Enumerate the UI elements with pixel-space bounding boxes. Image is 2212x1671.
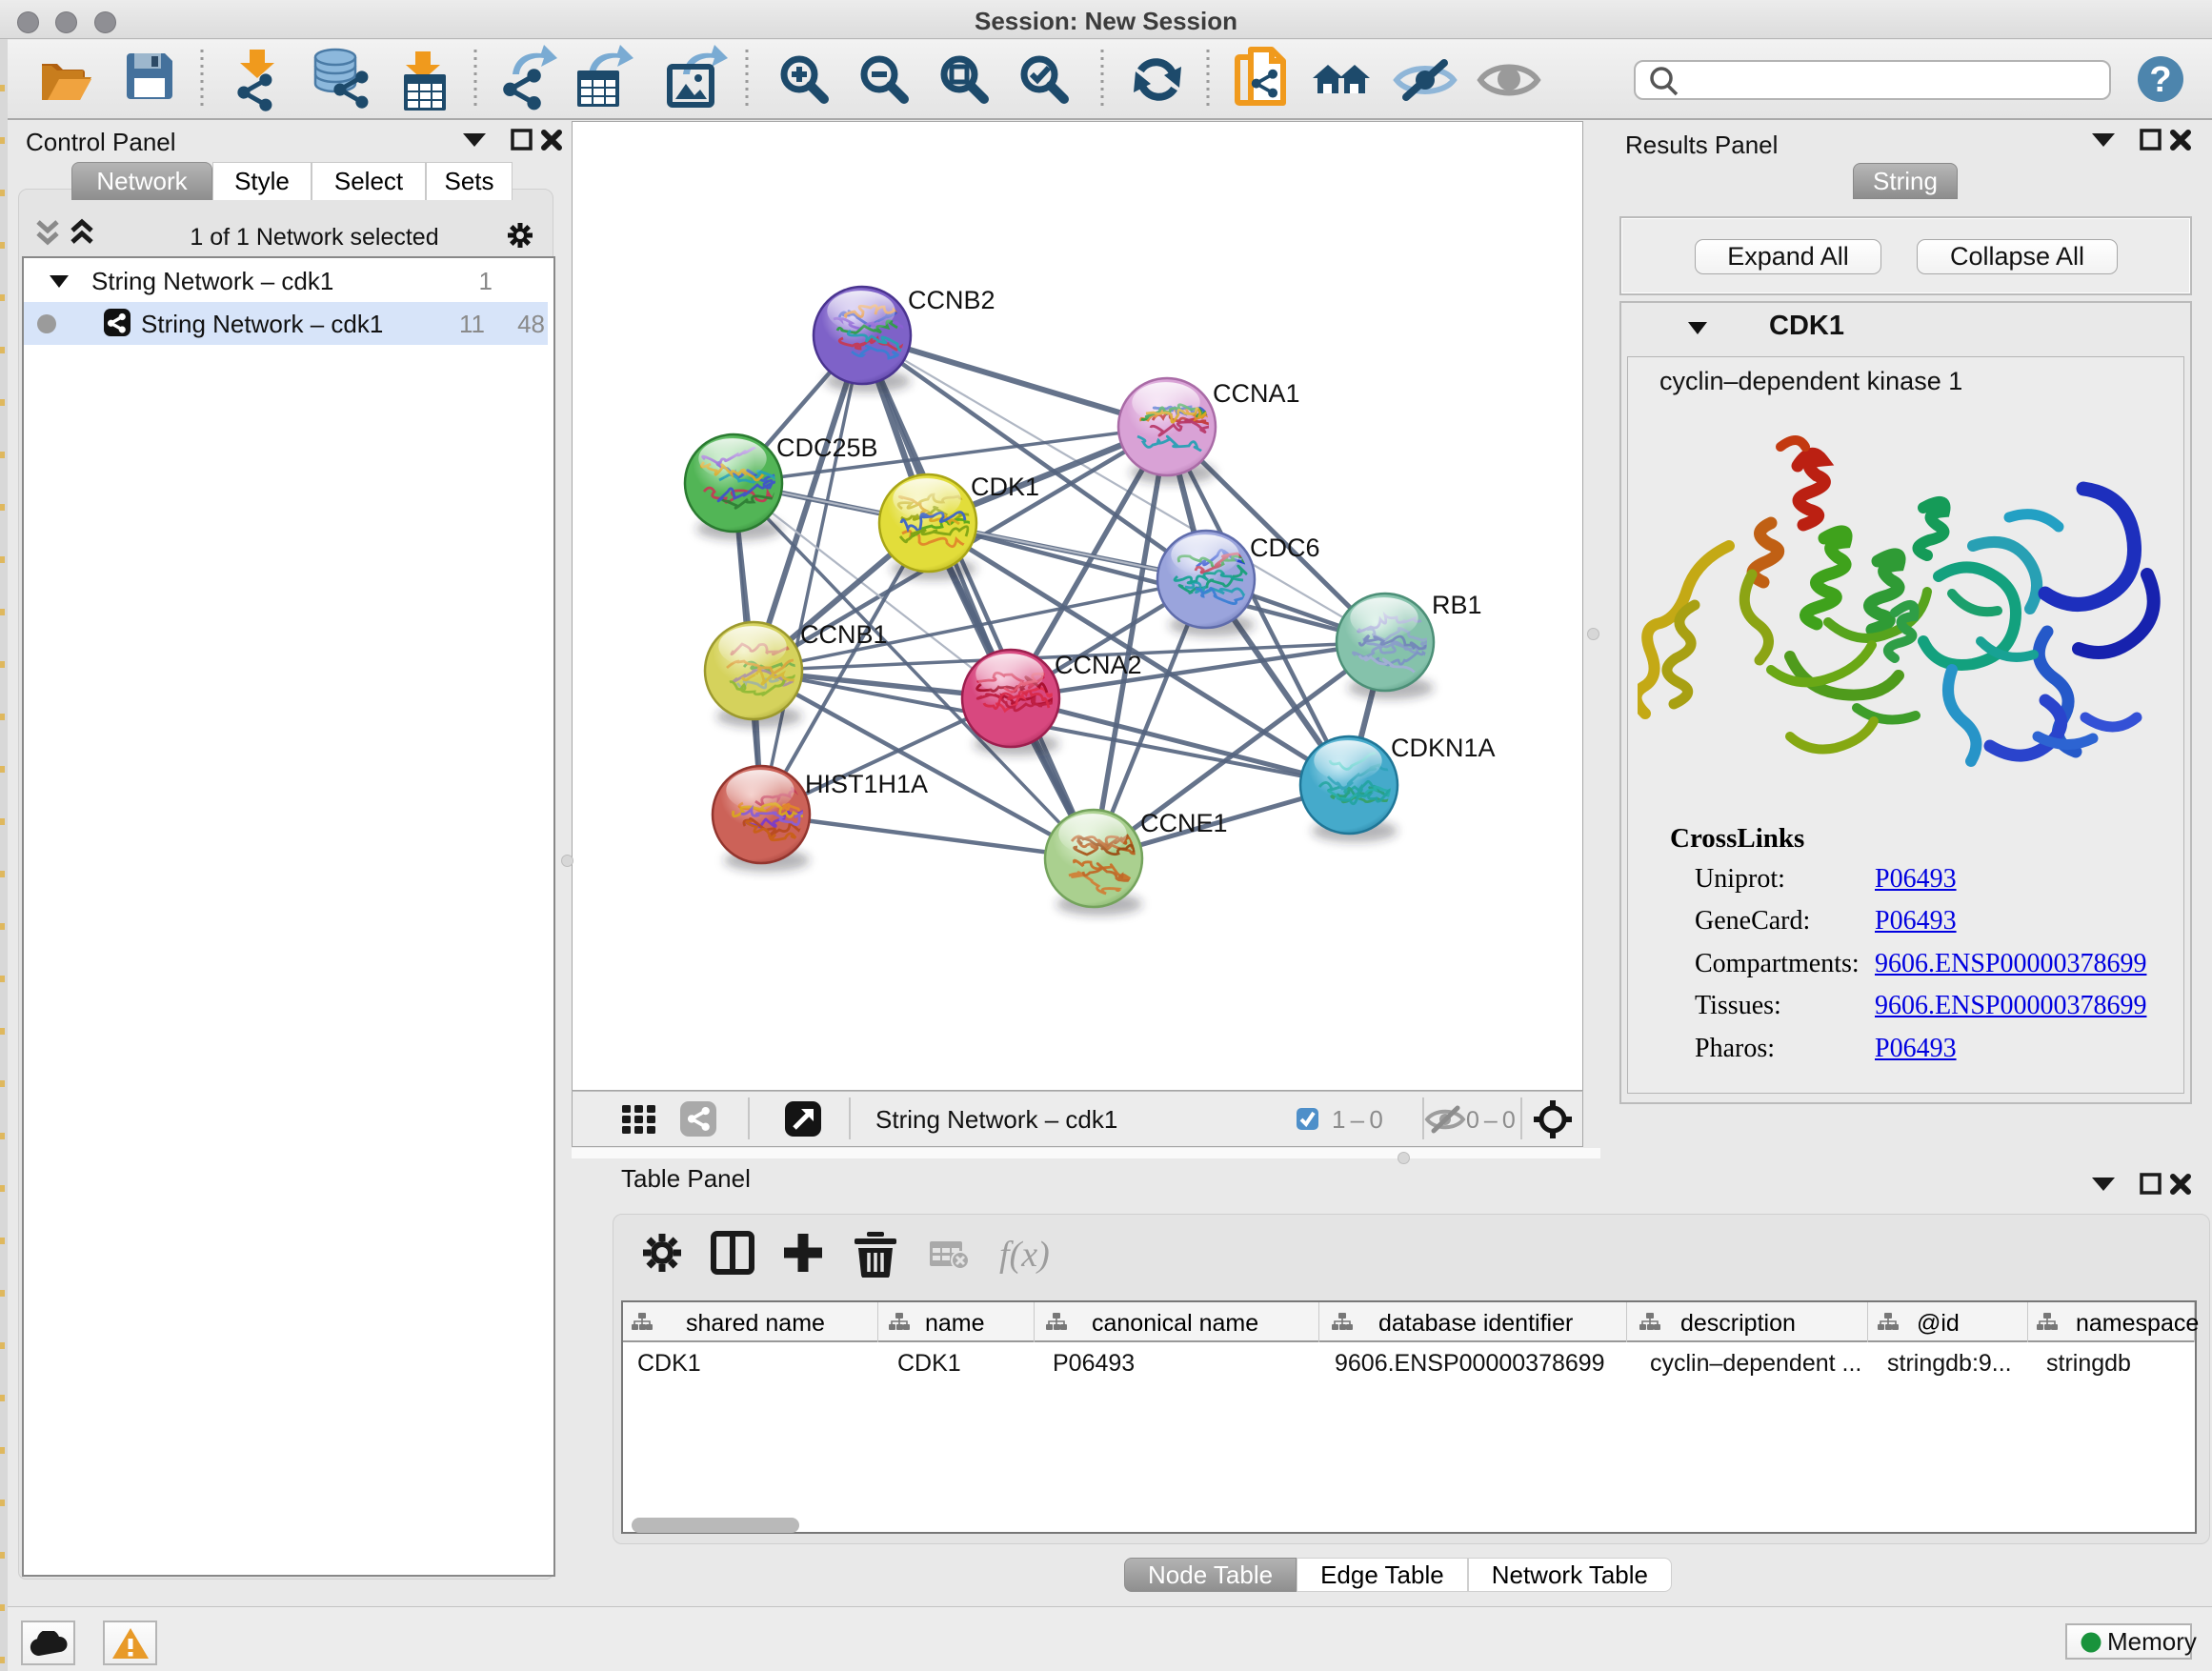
svg-text:CDC25B: CDC25B (776, 433, 878, 462)
svg-text:CDC6: CDC6 (1250, 534, 1320, 562)
svg-text:48: 48 (517, 310, 545, 338)
svg-text:?: ? (2149, 60, 2171, 100)
svg-text:1 of 1 Network selected: 1 of 1 Network selected (190, 224, 438, 251)
svg-text:0 – 0: 0 – 0 (1466, 1107, 1516, 1134)
svg-text:CCNE1: CCNE1 (1140, 809, 1228, 837)
svg-text:CCNA2: CCNA2 (1055, 651, 1142, 679)
svg-text:CCNA1: CCNA1 (1213, 379, 1300, 408)
svg-text:1: 1 (479, 267, 493, 295)
svg-text:String Network – cdk1: String Network – cdk1 (141, 310, 383, 338)
svg-text:11: 11 (459, 310, 485, 338)
svg-text:f(x): f(x) (999, 1235, 1050, 1275)
svg-text:HIST1H1A: HIST1H1A (805, 770, 928, 798)
svg-text:String Network – cdk1: String Network – cdk1 (91, 267, 333, 295)
svg-text:RB1: RB1 (1432, 591, 1482, 619)
svg-text:String Network – cdk1: String Network – cdk1 (875, 1105, 1117, 1134)
svg-text:CDK1: CDK1 (971, 473, 1039, 501)
svg-text:1 – 0: 1 – 0 (1332, 1105, 1383, 1134)
svg-text:CDKN1A: CDKN1A (1391, 734, 1496, 762)
svg-text:CCNB2: CCNB2 (908, 286, 995, 314)
svg-text:CCNB1: CCNB1 (800, 620, 888, 649)
